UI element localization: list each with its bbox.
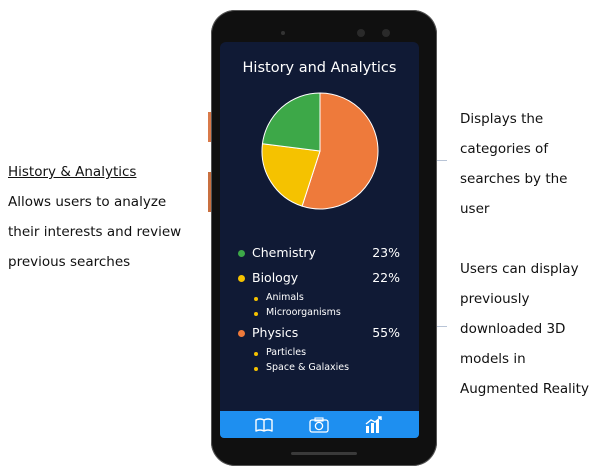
legend-physics[interactable]: Physics 55% (232, 325, 408, 343)
feature-title: History & Analytics (8, 164, 137, 180)
category-pie-chart (261, 92, 379, 210)
legend-chemistry[interactable]: Chemistry 23% (232, 245, 408, 263)
description-line-2: their interests and review (8, 224, 182, 240)
legend-percent: 23% (372, 245, 400, 260)
description-line-1: Allows users to analyze (8, 194, 167, 210)
bullet-icon (254, 367, 258, 371)
legend-label: Physics (252, 325, 299, 340)
camera-icon[interactable] (308, 415, 330, 435)
legend-percent: 55% (372, 325, 400, 340)
legend-biology[interactable]: Biology 22% (232, 270, 408, 288)
screen-title: History and Analytics (242, 60, 397, 76)
left-description: History & Analytics Allows users to anal… (8, 157, 208, 277)
analytics-icon[interactable] (363, 415, 385, 435)
phone-camera (382, 29, 390, 37)
chart-note-line-2: categories of (460, 141, 549, 157)
bullet-icon (254, 312, 258, 316)
chemistry-dot (238, 250, 245, 257)
right-bottom-description: Users can display previously downloaded … (460, 254, 605, 404)
chart-note-line-3: searches by the (460, 171, 568, 187)
chart-note-line-1: Displays the (460, 111, 544, 127)
phone-sensor (357, 29, 365, 37)
phone-home-bar (291, 452, 357, 455)
app-screen: History and Analytics Chemistry 23% Biol… (220, 42, 419, 438)
ar-note-line-3: downloaded 3D (460, 321, 566, 337)
subitem-label: Microorganisms (266, 307, 341, 318)
legend-label: Chemistry (252, 245, 316, 260)
bullet-icon (254, 352, 258, 356)
subitem-label: Space & Galaxies (266, 362, 350, 373)
physics-dot (238, 330, 245, 337)
ar-note-line-1: Users can display (460, 261, 579, 277)
pie-slice-chemistry[interactable] (261, 92, 321, 152)
phone-speaker (281, 31, 285, 35)
legend-percent: 22% (372, 270, 400, 285)
ar-note-line-2: previously (460, 291, 530, 307)
ar-note-line-4: models in (460, 351, 526, 367)
book-icon[interactable] (253, 415, 275, 435)
bracket-bottom-tick (437, 326, 447, 327)
description-line-3: previous searches (8, 254, 131, 270)
bullet-icon (254, 297, 258, 301)
bottom-nav-bar (220, 411, 419, 438)
bracket-top-tick (437, 160, 447, 161)
subitem-label: Particles (266, 347, 307, 358)
legend-label: Biology (252, 270, 299, 285)
ar-note-line-5: Augmented Reality (460, 381, 589, 397)
chart-note-line-4: user (460, 201, 490, 217)
right-top-description: Displays the categories of searches by t… (460, 104, 600, 224)
subitem-label: Animals (266, 292, 304, 303)
biology-dot (238, 275, 245, 282)
